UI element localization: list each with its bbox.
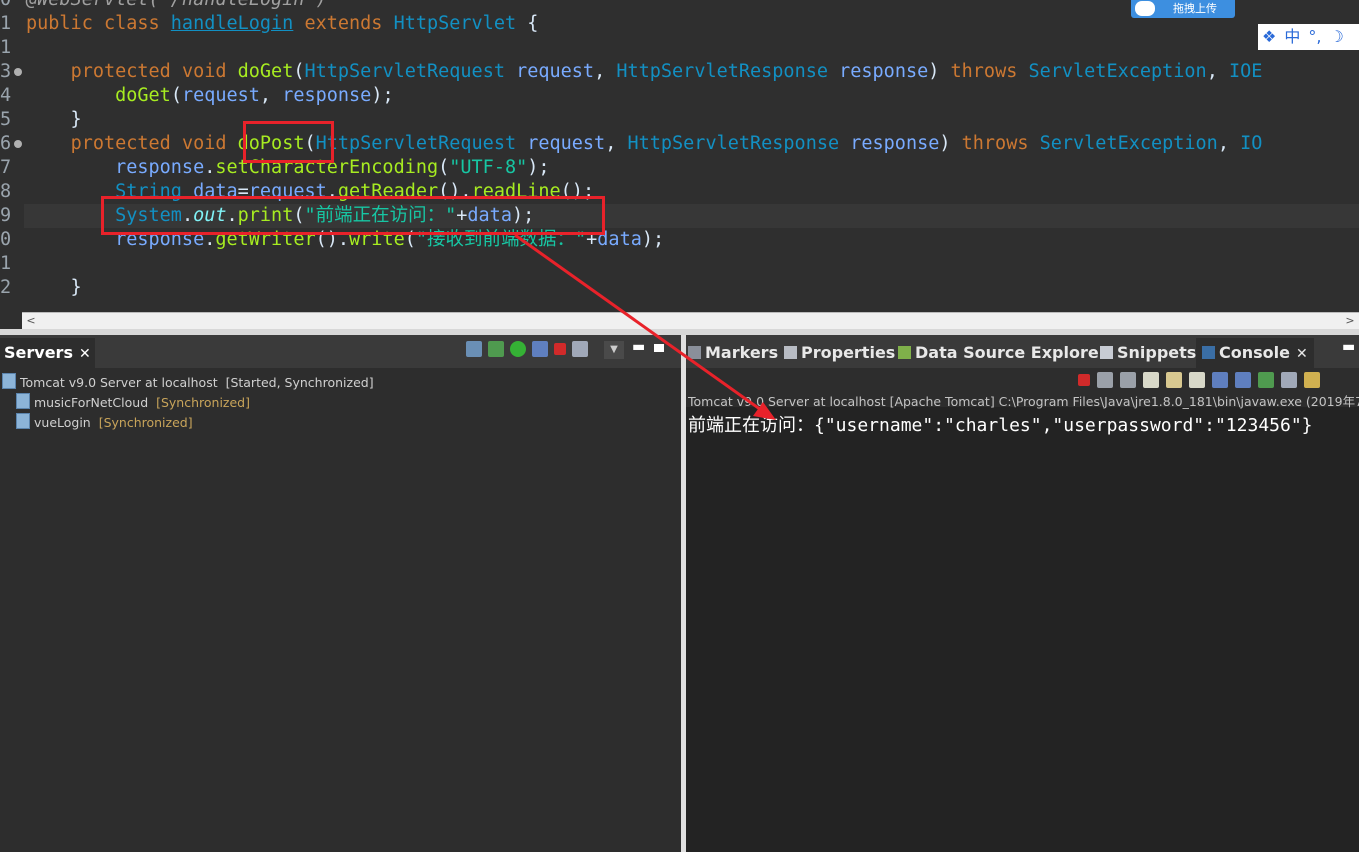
arrow-head — [753, 402, 776, 420]
cloud-icon — [1135, 1, 1155, 16]
paw-icon[interactable]: ❖ — [1262, 24, 1276, 50]
moon-icon[interactable]: ☽ — [1329, 24, 1343, 50]
arrow-line — [514, 233, 765, 414]
ime-punctuation[interactable]: °, — [1308, 24, 1321, 50]
upload-label: 拖拽上传 — [1173, 2, 1217, 15]
ime-toolbar[interactable]: ❖ 中 °, ☽ — [1258, 24, 1359, 50]
drag-upload-widget[interactable]: 拖拽上传 — [1131, 0, 1235, 18]
ime-chinese-mode[interactable]: 中 — [1284, 24, 1300, 50]
annotation-arrow — [514, 233, 776, 420]
